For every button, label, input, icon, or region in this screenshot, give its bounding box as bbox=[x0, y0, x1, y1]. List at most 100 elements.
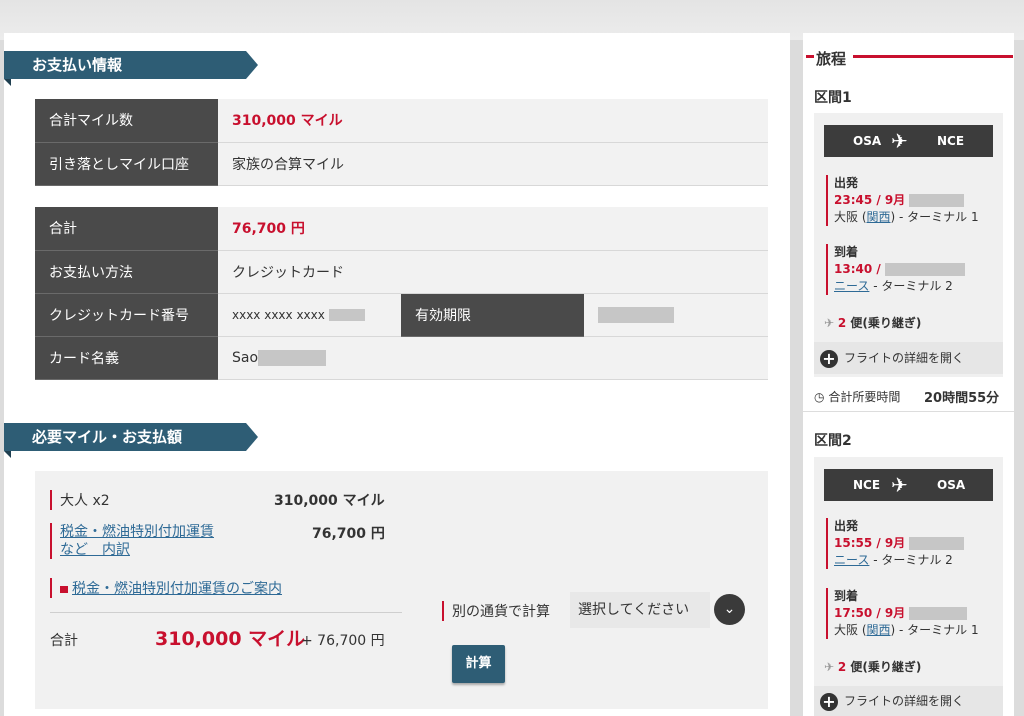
divider bbox=[50, 612, 402, 613]
plus-icon: + bbox=[820, 349, 838, 368]
tax-breakdown: 税金・燃油特別付加運賃 など 内訳 bbox=[50, 523, 214, 559]
duration-label: 合計所要時間 bbox=[828, 390, 901, 404]
destination-code: OSA bbox=[937, 478, 966, 492]
detail-label: フライトの詳細を開く bbox=[844, 694, 965, 708]
total-miles-label: 合計マイル数 bbox=[35, 99, 218, 143]
redacted-mask bbox=[909, 537, 965, 550]
redacted-mask bbox=[598, 306, 674, 323]
total-amount-label: 合計 bbox=[35, 207, 218, 251]
tax-value: 76,700 円 bbox=[312, 526, 385, 542]
segment-1-arrival: 到着 13:40 / ニース - ターミナル 2 bbox=[826, 244, 965, 295]
total-miles-value: 310,000 マイル bbox=[218, 99, 768, 143]
adult-fare-label: 大人 x2 bbox=[50, 490, 110, 510]
tax-guide-link[interactable]: 税金・燃油特別付加運賃のご案内 bbox=[72, 581, 282, 597]
stops-text: 便(乗り継ぎ) bbox=[846, 316, 922, 330]
redacted-mask bbox=[884, 263, 965, 276]
tax-breakdown-link[interactable]: 税金・燃油特別付加運賃 bbox=[60, 524, 214, 540]
segment-1-detail-toggle[interactable]: + フライトの詳細を開く bbox=[814, 342, 1003, 374]
segment-1-route: OSA ✈ NCE bbox=[824, 125, 993, 157]
table-row: 合計 76,700 円 bbox=[35, 207, 768, 251]
segment-2-detail-toggle[interactable]: + フライトの詳細を開く bbox=[814, 686, 1003, 716]
segment-2-label: 区間2 bbox=[814, 433, 852, 449]
arrival-airport-link[interactable]: ニース bbox=[834, 279, 869, 293]
departure-airport-link[interactable]: ニース bbox=[834, 553, 869, 567]
origin-code: OSA bbox=[853, 134, 882, 148]
departure-time: 23:45 / 9月 bbox=[834, 193, 906, 207]
card-number-value: xxxx xxxx xxxx bbox=[218, 293, 401, 337]
table-row: クレジットカード番号 xxxx xxxx xxxx 有効期限 bbox=[35, 293, 768, 337]
clock-icon: ◷ bbox=[814, 390, 825, 404]
required-miles-heading: 必要マイル・お支払額 bbox=[4, 423, 258, 458]
departure-label: 出発 bbox=[834, 176, 859, 190]
payment-method-value: クレジットカード bbox=[218, 250, 768, 294]
arrival-time: 17:50 / 9月 bbox=[834, 606, 906, 620]
title-accent-left bbox=[806, 55, 814, 58]
segment-1-departure: 出発 23:45 / 9月 大阪 (関西) - ターミナル 1 bbox=[826, 175, 979, 226]
calculate-button[interactable]: 計算 bbox=[452, 645, 505, 683]
segment-1-stops: ✈ 2 便(乗り継ぎ) bbox=[824, 314, 921, 331]
departure-city: 大阪 ( bbox=[834, 210, 867, 224]
segment-1-duration: ◷ 合計所要時間 bbox=[814, 388, 900, 405]
arrival-label: 到着 bbox=[834, 589, 859, 603]
mile-account-label: 引き落としマイル口座 bbox=[35, 142, 218, 186]
currency-label: 別の通貨で計算 bbox=[442, 601, 550, 621]
departure-terminal: - ターミナル 2 bbox=[869, 553, 953, 567]
plane-icon: ✈ bbox=[891, 129, 908, 153]
payment-table: 合計 76,700 円 お支払い方法 クレジットカード クレジットカード番号 x… bbox=[35, 207, 768, 380]
expiry-value bbox=[584, 293, 768, 337]
miles-table: 合計マイル数 310,000 マイル 引き落としマイル口座 家族の合算マイル bbox=[35, 99, 768, 186]
external-link-icon bbox=[60, 586, 68, 593]
segment-2-stops: ✈ 2 便(乗り継ぎ) bbox=[824, 658, 921, 675]
plane-icon: ✈ bbox=[891, 473, 908, 497]
table-row: お支払い方法 クレジットカード bbox=[35, 250, 768, 294]
currency-select[interactable]: 選択してください bbox=[570, 592, 710, 628]
stops-text: 便(乗り継ぎ) bbox=[846, 660, 922, 674]
mile-account-value: 家族の合算マイル bbox=[218, 142, 768, 186]
table-row: 引き落としマイル口座 家族の合算マイル bbox=[35, 142, 768, 186]
chevron-down-icon[interactable]: ⌄ bbox=[714, 594, 745, 625]
origin-code: NCE bbox=[853, 478, 881, 492]
segment-2-departure: 出発 15:55 / 9月 ニース - ターミナル 2 bbox=[826, 518, 965, 569]
segment-1-label: 区間1 bbox=[814, 90, 852, 106]
arrival-label: 到着 bbox=[834, 245, 859, 259]
tax-guide: 税金・燃油特別付加運賃のご案内 bbox=[50, 578, 282, 598]
grand-total-miles: 310,000 マイル bbox=[155, 628, 306, 650]
departure-time: 15:55 / 9月 bbox=[834, 536, 906, 550]
arrival-time: 13:40 / bbox=[834, 262, 881, 276]
stops-count: 2 bbox=[837, 660, 847, 674]
plus-icon: + bbox=[820, 692, 838, 711]
segment-2-route: NCE ✈ OSA bbox=[824, 469, 993, 501]
card-holder-value: Sao bbox=[218, 336, 768, 380]
departure-label: 出発 bbox=[834, 519, 859, 533]
payment-info-heading: お支払い情報 bbox=[4, 51, 258, 86]
arrival-city: 大阪 ( bbox=[834, 623, 867, 637]
plane-icon: ✈ bbox=[824, 316, 835, 330]
redacted-mask bbox=[909, 607, 968, 620]
plane-icon: ✈ bbox=[824, 660, 835, 674]
departure-airport-link[interactable]: 関西 bbox=[867, 210, 891, 224]
total-amount-value: 76,700 円 bbox=[218, 207, 768, 251]
card-holder-label: カード名義 bbox=[35, 336, 218, 380]
destination-code: NCE bbox=[937, 134, 965, 148]
segment-2-arrival: 到着 17:50 / 9月 大阪 (関西) - ターミナル 1 bbox=[826, 588, 979, 639]
card-number-label: クレジットカード番号 bbox=[35, 293, 218, 337]
table-row: カード名義 Sao bbox=[35, 336, 768, 380]
departure-terminal: ) - ターミナル 1 bbox=[890, 210, 979, 224]
segment-1-duration-value: 20時間55分 bbox=[924, 391, 1000, 406]
expiry-label: 有効期限 bbox=[401, 293, 584, 337]
detail-label: フライトの詳細を開く bbox=[844, 351, 965, 365]
redacted-mask bbox=[909, 194, 965, 207]
tax-breakdown-link-line2[interactable]: など 内訳 bbox=[60, 542, 130, 558]
table-row: 合計マイル数 310,000 マイル bbox=[35, 99, 768, 143]
grand-total-yen: + 76,700 円 bbox=[301, 633, 385, 649]
adult-fare-value: 310,000 マイル bbox=[274, 493, 385, 509]
redacted-mask bbox=[328, 309, 365, 321]
title-accent-right bbox=[853, 55, 1013, 58]
stops-count: 2 bbox=[837, 316, 847, 330]
grand-total-label: 合計 bbox=[50, 633, 78, 649]
redacted-mask bbox=[258, 349, 327, 366]
divider bbox=[803, 411, 1014, 412]
arrival-airport-link[interactable]: 関西 bbox=[867, 623, 891, 637]
payment-method-label: お支払い方法 bbox=[35, 250, 218, 294]
arrival-terminal: - ターミナル 2 bbox=[869, 279, 953, 293]
